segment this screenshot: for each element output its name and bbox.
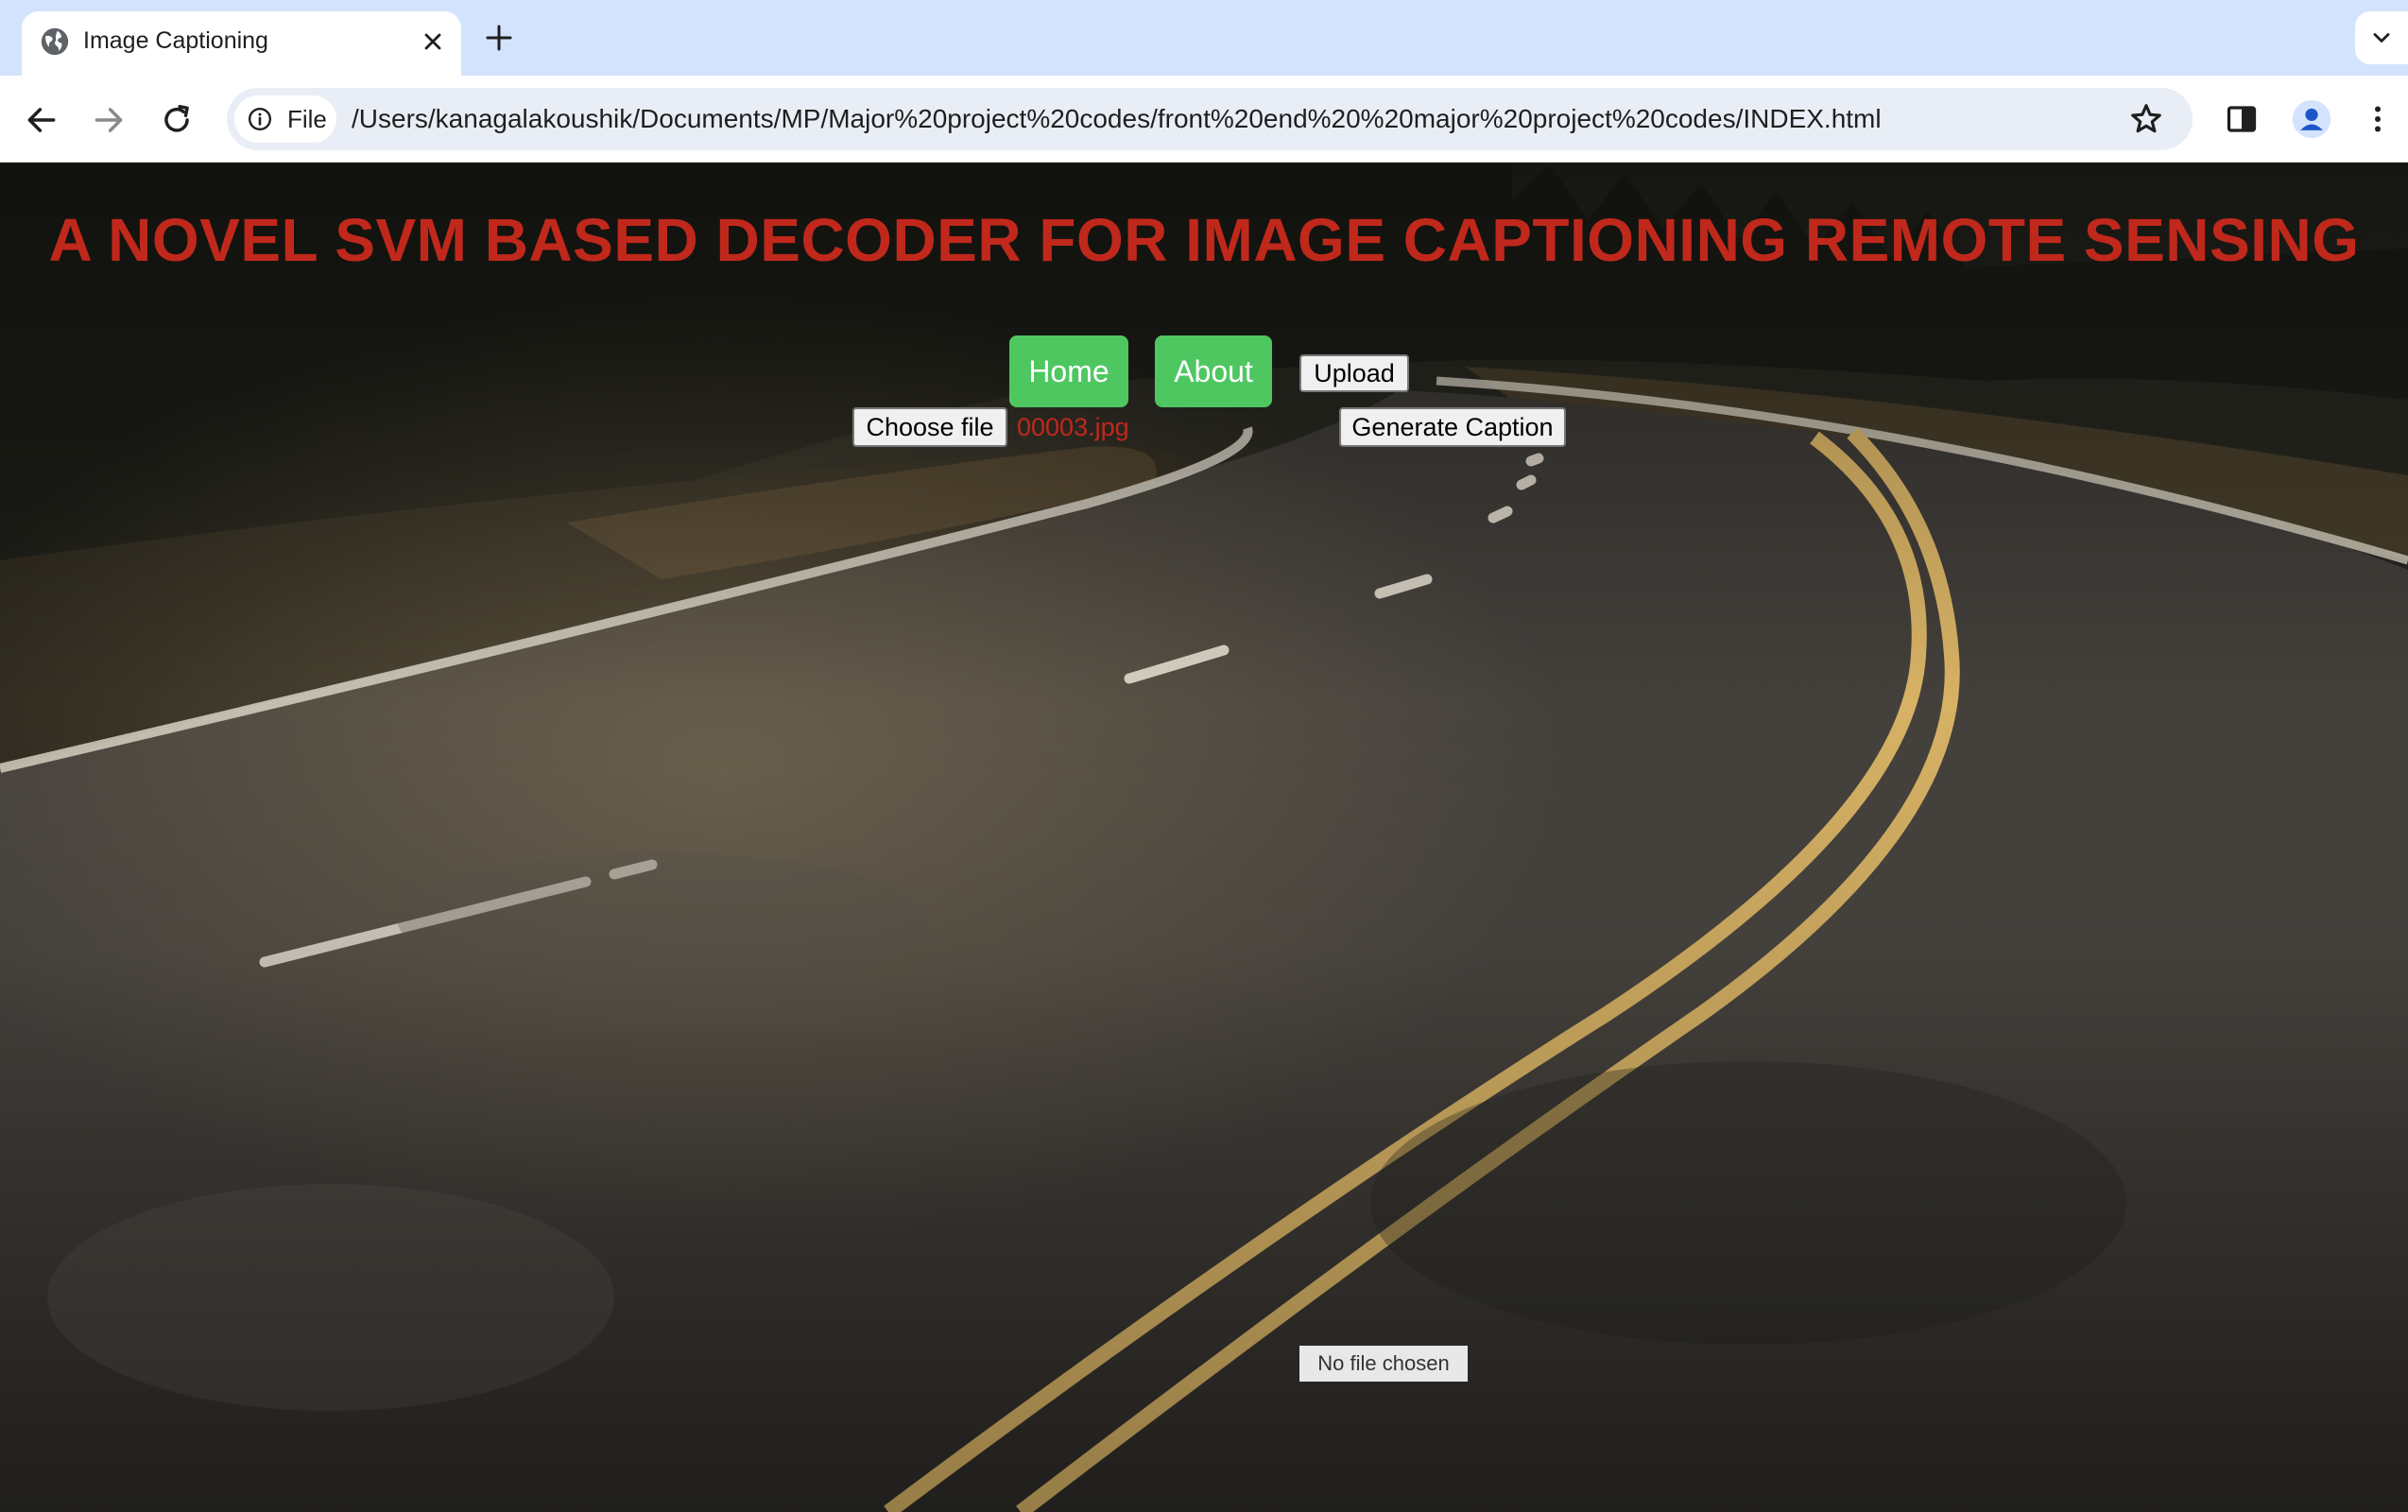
site-info-chip[interactable]: File	[234, 95, 336, 143]
side-panel-icon[interactable]	[2225, 102, 2259, 136]
url-text[interactable]: /Users/kanagalakoushik/Documents/MP/Majo…	[352, 103, 1882, 135]
page-viewport: A NOVEL SVM BASED DECODER FOR IMAGE CAPT…	[0, 163, 2408, 1512]
info-icon	[248, 107, 272, 131]
close-icon[interactable]	[420, 28, 446, 55]
tab-title: Image Captioning	[83, 27, 268, 54]
back-arrow-icon[interactable]	[24, 102, 60, 138]
chevron-down-icon	[2373, 33, 2390, 43]
choose-file-button[interactable]: Choose file	[852, 407, 1007, 447]
tab-strip: Image Captioning	[0, 0, 2408, 76]
more-menu-icon[interactable]	[2361, 102, 2395, 136]
browser-toolbar: File /Users/kanagalakoushik/Documents/MP…	[0, 76, 2408, 163]
upload-button[interactable]: Upload	[1299, 354, 1409, 392]
tab-search-button[interactable]	[2355, 11, 2408, 64]
page-title: A NOVEL SVM BASED DECODER FOR IMAGE CAPT…	[48, 206, 2360, 274]
address-bar[interactable]: File /Users/kanagalakoushik/Documents/MP…	[227, 88, 2193, 150]
globe-icon	[41, 27, 69, 56]
bookmark-star-icon[interactable]	[2128, 101, 2164, 137]
new-tab-icon[interactable]	[482, 21, 516, 55]
selected-file-name: 00003.jpg	[1017, 413, 1129, 441]
reload-icon[interactable]	[159, 102, 195, 138]
file-status-label: No file chosen	[1299, 1346, 1468, 1382]
generate-caption-button[interactable]: Generate Caption	[1339, 407, 1566, 447]
browser-tab[interactable]: Image Captioning	[22, 11, 461, 76]
home-nav-button[interactable]: Home	[1009, 335, 1128, 407]
about-nav-button[interactable]: About	[1155, 335, 1272, 407]
file-chip-label: File	[287, 105, 327, 133]
profile-avatar-icon[interactable]	[2291, 98, 2332, 140]
forward-arrow-icon[interactable]	[91, 102, 127, 138]
